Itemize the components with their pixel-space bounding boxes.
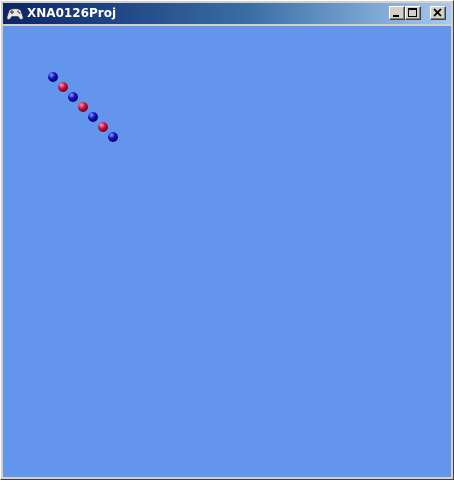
red-ball-sprite [98,122,108,132]
red-ball-sprite [78,102,88,112]
minimize-button[interactable] [389,6,405,20]
maximize-icon [408,8,417,17]
maximize-button[interactable] [405,6,421,20]
window-title: XNA0126Proj [27,6,117,20]
gamepad-icon[interactable] [6,5,24,22]
blue-ball-sprite [88,112,98,122]
game-scene [48,72,118,142]
window-bottom-border [3,477,451,479]
close-button[interactable] [430,6,446,20]
red-ball-sprite [58,82,68,92]
close-icon [433,8,442,17]
title-bar[interactable]: XNA0126Proj [3,3,451,24]
game-window: XNA0126Proj [0,0,454,480]
blue-ball-sprite [68,92,78,102]
blue-ball-sprite [108,132,118,142]
game-viewport[interactable] [3,26,451,477]
minimize-icon [393,15,399,17]
blue-ball-sprite [48,72,58,82]
